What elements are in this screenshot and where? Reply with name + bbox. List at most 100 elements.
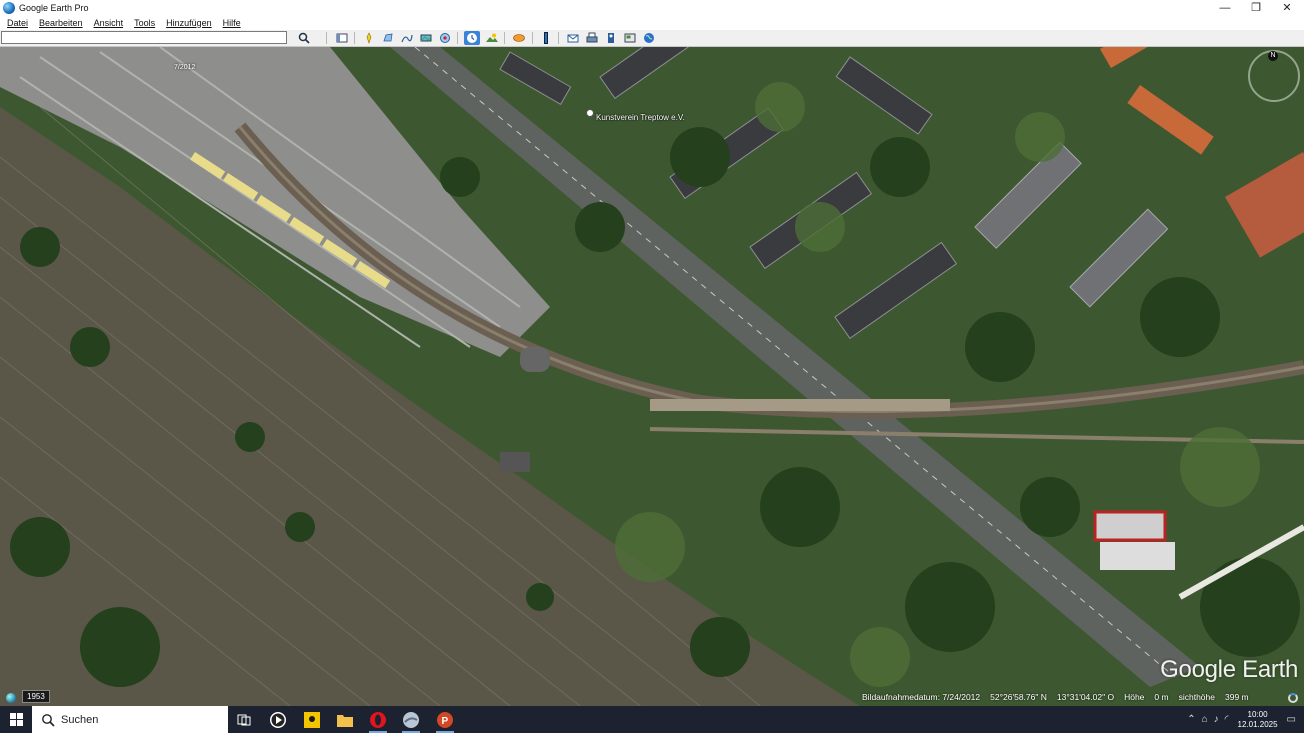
windows-logo-icon — [9, 713, 23, 726]
opera-browser-icon — [370, 711, 386, 728]
search-icon — [298, 32, 310, 44]
globe-icon[interactable] — [6, 693, 16, 703]
opera-browser-button[interactable] — [362, 706, 394, 733]
menu-view[interactable]: Ansicht — [90, 18, 128, 28]
toolbar-separator — [532, 32, 533, 44]
maximize-icon: ❐ — [1251, 2, 1261, 14]
close-button[interactable]: ✕ — [1272, 0, 1302, 15]
add-path-button[interactable] — [399, 31, 415, 45]
search-input[interactable] — [1, 31, 287, 44]
toolbar-separator — [326, 32, 327, 44]
email-button[interactable] — [565, 31, 581, 45]
taskbar: Suchen P ⌃ ⌂ ♪ ◜ 10:00 12.01.2025 ▭ — [0, 706, 1304, 733]
compass-north-label: N — [1268, 51, 1278, 61]
historical-imagery-button[interactable] — [464, 31, 480, 45]
earth-icon — [644, 33, 654, 43]
system-tray: ⌃ ⌂ ♪ ◜ 10:00 12.01.2025 ▭ — [1184, 706, 1304, 733]
map-view[interactable]: 7/2012 Kunstverein Treptow e.V. N 1953 G… — [0, 47, 1304, 706]
place-label[interactable]: Kunstverein Treptow e.V. — [596, 113, 685, 122]
longitude: 13°31'04.02" O — [1056, 692, 1115, 702]
record-tour-icon — [440, 33, 450, 43]
ruler-icon — [544, 32, 548, 44]
save-image-button[interactable] — [603, 31, 619, 45]
file-explorer-button[interactable] — [329, 706, 361, 733]
menu-tools[interactable]: Tools — [130, 18, 159, 28]
start-button[interactable] — [0, 706, 32, 733]
ruler-button[interactable] — [538, 31, 554, 45]
taskbar-search-label: Suchen — [61, 713, 99, 726]
media-player-icon — [270, 711, 286, 728]
close-icon: ✕ — [1282, 2, 1292, 14]
latitude: 52°26'58.76" N — [990, 692, 1047, 702]
google-earth-taskbar-button[interactable] — [395, 706, 427, 733]
file-explorer-icon — [337, 714, 353, 727]
imagery-date: Bildaufnahmedatum: 7/24/2012 — [862, 692, 981, 702]
eye-altitude-label: sichthöhe — [1178, 692, 1215, 702]
menu-bar: Datei Bearbeiten Ansicht Tools Hinzufüge… — [0, 15, 1304, 30]
print-button[interactable] — [584, 31, 600, 45]
maps-app-button[interactable] — [296, 706, 328, 733]
year-badge[interactable]: 1953 — [22, 690, 50, 703]
window-title: Google Earth Pro — [19, 2, 89, 13]
minimize-button[interactable]: — — [1210, 0, 1240, 15]
minimize-icon: — — [1219, 1, 1231, 14]
add-polygon-button[interactable] — [380, 31, 396, 45]
satellite-imagery — [0, 47, 1304, 706]
menu-file[interactable]: Datei — [3, 18, 32, 28]
placemark-pin-icon[interactable] — [586, 109, 594, 117]
menu-add[interactable]: Hinzufügen — [162, 18, 216, 28]
eye-altitude-value: 399 m — [1224, 692, 1249, 702]
elevation-label: Höhe — [1124, 692, 1145, 702]
switch-planet-icon — [513, 34, 525, 42]
add-placemark-button[interactable] — [361, 31, 377, 45]
toolbar-separator — [457, 32, 458, 44]
task-view-icon — [237, 714, 251, 725]
save-image-icon — [608, 33, 614, 43]
toolbar-separator — [558, 32, 559, 44]
loading-spinner-icon — [1288, 693, 1298, 703]
navigation-compass[interactable]: N — [1248, 50, 1300, 102]
task-view-button[interactable] — [228, 706, 260, 733]
wifi-icon[interactable]: ◜ — [1225, 714, 1229, 725]
network-icon[interactable]: ⌂ — [1202, 714, 1208, 725]
powerpoint-icon: P — [437, 711, 453, 728]
toolbar-separator — [354, 32, 355, 44]
historical-imagery-date: 7/2012 — [174, 64, 196, 71]
notification-icon[interactable]: ▭ — [1287, 714, 1296, 725]
media-player-button[interactable] — [262, 706, 294, 733]
powerpoint-button[interactable]: P — [429, 706, 461, 733]
clock[interactable]: 10:00 12.01.2025 — [1238, 710, 1278, 730]
switch-planet-button[interactable] — [511, 31, 527, 45]
historical-imagery-icon — [467, 33, 477, 43]
status-bar: Bildaufnahmedatum: 7/24/2012 52°26'58.76… — [862, 690, 1259, 704]
toolbar — [0, 30, 1304, 47]
view-in-maps-icon — [624, 33, 636, 43]
toolbar-separator — [504, 32, 505, 44]
search-button[interactable] — [296, 31, 312, 45]
sunlight-button[interactable] — [484, 31, 500, 45]
volume-icon[interactable]: ♪ — [1214, 714, 1219, 725]
search-icon — [42, 713, 55, 727]
maximize-button[interactable]: ❐ — [1241, 0, 1271, 15]
sidebar-toggle-button[interactable] — [334, 31, 350, 45]
elevation-value: 0 m — [1154, 692, 1169, 702]
view-in-maps-button[interactable] — [622, 31, 638, 45]
record-tour-button[interactable] — [437, 31, 453, 45]
svg-text:P: P — [442, 716, 449, 727]
add-polygon-icon — [383, 33, 393, 42]
clock-time: 10:00 — [1247, 709, 1268, 719]
clock-date: 12.01.2025 — [1237, 719, 1278, 729]
menu-edit[interactable]: Bearbeiten — [35, 18, 87, 28]
google-earth-logo: Google Earth — [1160, 656, 1298, 683]
add-overlay-button[interactable] — [418, 31, 434, 45]
menu-help[interactable]: Hilfe — [219, 18, 245, 28]
add-path-icon — [401, 34, 413, 43]
taskbar-search[interactable]: Suchen — [32, 706, 228, 733]
earth-button[interactable] — [641, 31, 657, 45]
sidebar-toggle-icon — [336, 33, 348, 43]
email-icon — [567, 34, 579, 43]
chevron-up-icon[interactable]: ⌃ — [1187, 714, 1195, 725]
print-icon — [586, 32, 598, 43]
google-earth-app-icon — [403, 711, 419, 728]
title-bar: Google Earth Pro — ❐ ✕ — [0, 0, 1304, 15]
